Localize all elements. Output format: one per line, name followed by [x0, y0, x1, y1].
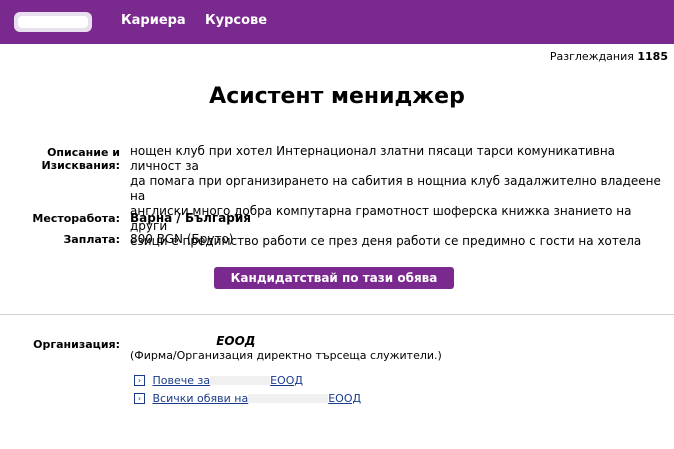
- arrow-right-icon: ›: [134, 392, 145, 404]
- all-jobs-text: Всички обяви на: [152, 391, 249, 405]
- all-jobs-link[interactable]: Всички обяви на ЕООД: [153, 392, 362, 405]
- redacted-name: [210, 376, 271, 385]
- description-label-line-1: Описание и: [47, 146, 120, 159]
- more-about-link-row: › Повече за ЕООД: [134, 373, 303, 387]
- all-jobs-link-row: › Всички обяви на ЕООД: [134, 391, 361, 405]
- description-line: да помага при организирането на сабития …: [130, 174, 661, 203]
- organization-name-suffix: ЕООД: [216, 334, 256, 348]
- organization-description: (Фирма/Организация директно търсеща служ…: [130, 349, 442, 362]
- more-about-link[interactable]: Повече за ЕООД: [153, 374, 303, 387]
- location-label: Месторабота:: [32, 212, 120, 225]
- top-navigation-bar: Кариера Курсове: [0, 0, 674, 44]
- more-about-suffix: ЕООД: [270, 373, 303, 387]
- site-logo[interactable]: [14, 8, 94, 36]
- organization-name: ЕООД: [130, 334, 255, 348]
- location-value: Варна / България: [130, 211, 251, 225]
- arrow-right-icon: ›: [134, 374, 145, 386]
- redacted-name: [130, 336, 212, 347]
- nav-courses[interactable]: Курсове: [205, 13, 267, 28]
- redacted-name: [248, 394, 329, 403]
- apply-button[interactable]: Кандидатствай по тази обява: [214, 267, 454, 289]
- description-label: Описание и Изисквания:: [30, 146, 120, 172]
- salary-value: 800 BGN (Бруто): [130, 232, 234, 246]
- views-label: Разглеждания: [549, 50, 634, 63]
- more-about-text: Повече за: [152, 373, 211, 387]
- views-count: 1185: [637, 50, 668, 63]
- job-title: Асистент мениджер: [209, 84, 465, 109]
- all-jobs-suffix: ЕООД: [328, 391, 362, 405]
- views-counter: Разглеждания 1185: [550, 50, 668, 63]
- salary-label: Заплата:: [63, 233, 120, 246]
- description-label-line-2: Изисквания:: [41, 159, 120, 172]
- description-line: нощен клуб при хотел Интернационал златн…: [130, 144, 616, 173]
- section-divider: [0, 314, 674, 315]
- nav-careers[interactable]: Кариера: [121, 13, 186, 28]
- organization-label: Организация:: [33, 338, 120, 351]
